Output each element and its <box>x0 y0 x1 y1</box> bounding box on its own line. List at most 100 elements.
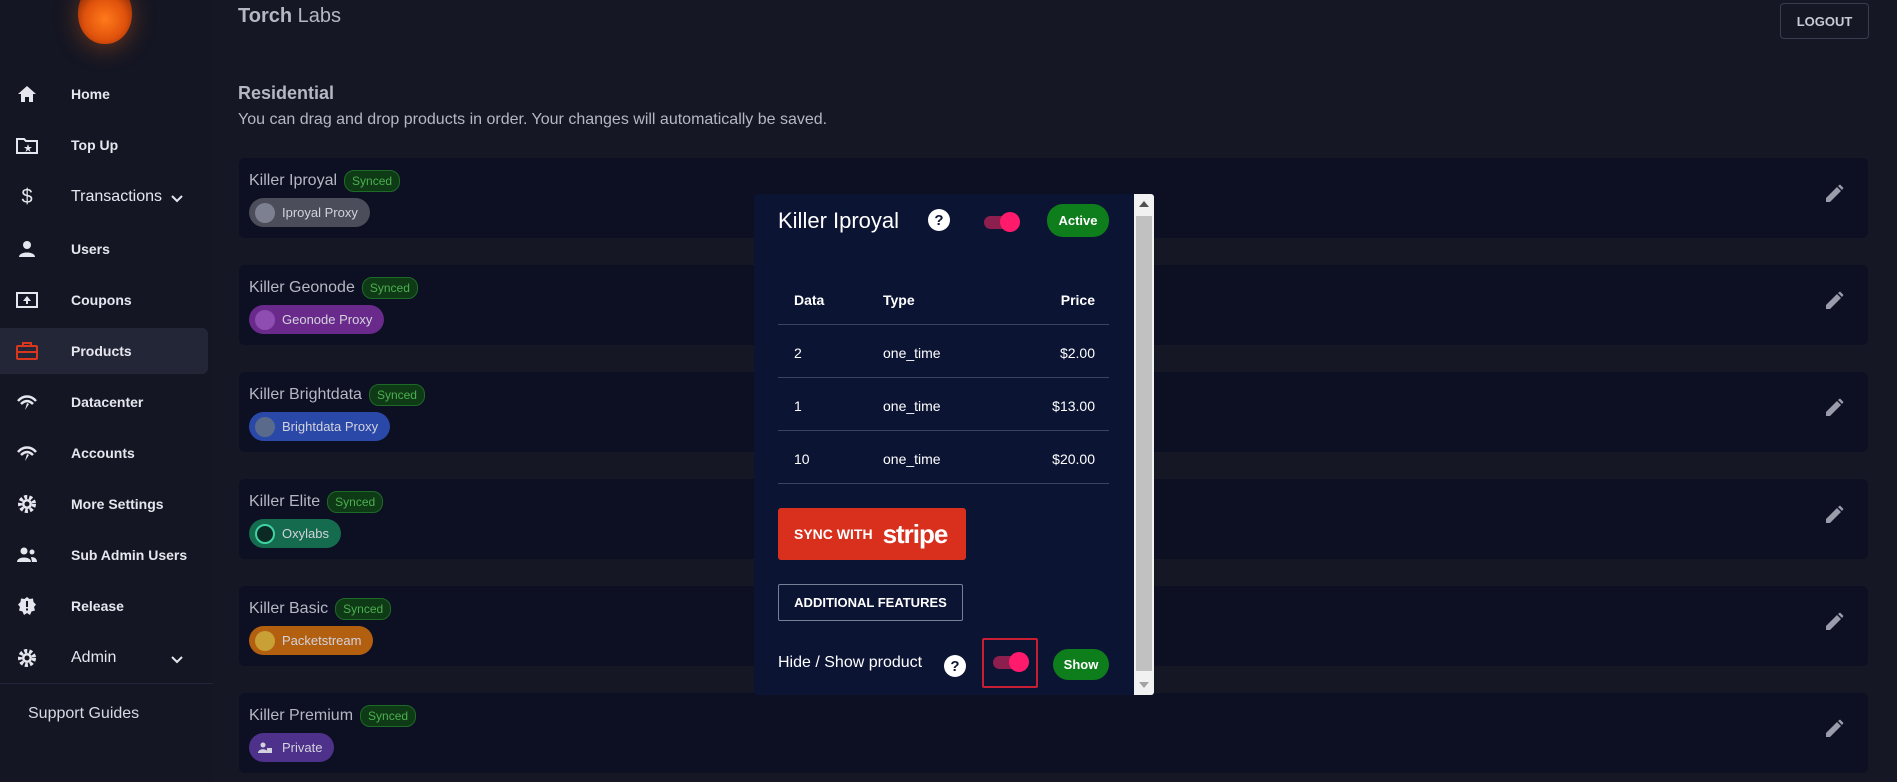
brand-bold: Torch <box>238 5 293 27</box>
chevron-down-icon[interactable] <box>171 651 183 667</box>
sidebar-item-users[interactable]: Users <box>0 226 208 272</box>
table-row: 1 one_time $13.00 <box>778 378 1109 431</box>
product-name: Killer Geonode <box>249 279 355 296</box>
hide-show-label: Hide / Show product <box>778 654 923 671</box>
torch-logo-icon <box>78 0 132 44</box>
edit-pencil-icon[interactable] <box>1824 184 1844 209</box>
provider-tag: Iproyal Proxy <box>249 198 370 227</box>
sidebar-item-label: Products <box>71 343 132 359</box>
badge-icon <box>16 596 38 616</box>
sidebar-item-accounts[interactable]: Accounts <box>0 430 208 476</box>
provider-logo-icon <box>255 523 275 544</box>
header-data: Data <box>794 292 825 308</box>
sidebar-item-datacenter[interactable]: Datacenter <box>0 379 208 425</box>
sidebar-item-label: Coupons <box>71 292 132 308</box>
dollar-icon: $ <box>21 185 33 208</box>
provider-tag: Packetstream <box>249 626 374 655</box>
sidebar-item-products[interactable]: Products <box>0 328 208 374</box>
private-user-icon <box>255 737 275 758</box>
sidebar-divider <box>0 683 213 684</box>
provider-tag: Oxylabs <box>249 519 341 548</box>
status-badge: Synced <box>368 384 425 406</box>
show-product-toggle[interactable] <box>991 651 1029 673</box>
sidebar-item-admin[interactable]: Admin <box>0 635 208 681</box>
status-badge: Synced <box>327 491 384 513</box>
sidebar-item-label: Release <box>71 598 124 614</box>
scroll-thumb[interactable] <box>1136 216 1152 671</box>
help-icon[interactable]: ? <box>928 209 950 231</box>
brand-title: Torch Labs <box>238 5 341 28</box>
provider-tag-label: Iproyal Proxy <box>282 205 358 220</box>
status-badge: Synced <box>361 277 418 299</box>
logout-button[interactable]: LOGOUT <box>1780 3 1869 39</box>
cell-data: 2 <box>794 345 802 361</box>
provider-logo-icon <box>255 202 275 223</box>
sidebar-item-label: Sub Admin Users <box>71 547 188 563</box>
edit-pencil-icon[interactable] <box>1824 398 1844 423</box>
gear-icon <box>16 648 38 668</box>
group-icon <box>16 545 38 565</box>
briefcase-icon <box>16 341 38 361</box>
sidebar-item-label: Accounts <box>71 445 135 461</box>
edit-pencil-icon[interactable] <box>1824 291 1844 316</box>
edit-pencil-icon[interactable] <box>1824 612 1844 637</box>
chevron-down-icon[interactable] <box>171 190 183 206</box>
home-icon <box>16 84 38 104</box>
header-price: Price <box>1060 292 1095 308</box>
status-badge: Synced <box>344 170 401 192</box>
status-badge: Synced <box>360 705 417 727</box>
sidebar-item-label: Admin <box>71 649 117 666</box>
sidebar-item-transactions[interactable]: $ Transactions <box>0 174 208 220</box>
sidebar: Home Top Up $ Transactions Users Coupons… <box>0 0 213 782</box>
signal-icon <box>16 443 38 463</box>
sidebar-item-home[interactable]: Home <box>0 71 208 117</box>
scroll-up-arrow-icon[interactable] <box>1139 201 1149 207</box>
status-badge: Synced <box>335 598 392 620</box>
provider-tag-label: Private <box>282 740 323 755</box>
stripe-logo: stripe <box>882 518 949 549</box>
sidebar-item-top-up[interactable]: Top Up <box>0 122 208 168</box>
coupon-icon <box>16 290 38 310</box>
product-name: Killer Basic <box>249 600 329 617</box>
cell-data: 1 <box>794 398 802 414</box>
table-row: 10 one_time $20.00 <box>778 431 1109 484</box>
scroll-down-arrow-icon[interactable] <box>1139 682 1149 688</box>
provider-tag: Private <box>249 733 335 762</box>
sidebar-item-label: Transactions <box>71 188 162 205</box>
sidebar-item-release[interactable]: Release <box>0 583 208 629</box>
edit-pencil-icon[interactable] <box>1824 505 1844 530</box>
product-name: Killer Elite <box>249 493 321 510</box>
product-name: Killer Brightdata <box>249 386 362 403</box>
edit-pencil-icon[interactable] <box>1824 719 1844 744</box>
sidebar-item-sub-admin-users[interactable]: Sub Admin Users <box>0 532 208 578</box>
modal-title: Killer Iproyal <box>778 208 900 233</box>
provider-logo-icon <box>255 416 275 437</box>
active-toggle[interactable] <box>982 211 1020 233</box>
product-detail-modal: Killer Iproyal ? Active Data Type Price … <box>754 194 1154 695</box>
cell-type: one_time <box>883 345 941 361</box>
table-row: 2 one_time $2.00 <box>778 325 1109 378</box>
product-row[interactable]: Killer Premium Synced Private <box>239 693 1868 773</box>
additional-features-button[interactable]: ADDITIONAL FEATURES <box>778 584 963 621</box>
user-icon <box>16 239 38 259</box>
sidebar-item-label: Top Up <box>71 137 119 153</box>
brand-rest: Labs <box>292 5 342 27</box>
sync-with-stripe-button[interactable]: SYNC WITH stripe <box>778 508 966 560</box>
show-status-badge: Show <box>1053 649 1109 680</box>
active-status-badge: Active <box>1047 204 1109 237</box>
provider-tag: Brightdata Proxy <box>249 412 391 441</box>
provider-tag-label: Packetstream <box>282 633 362 648</box>
provider-tag-label: Oxylabs <box>282 526 329 541</box>
sidebar-item-label: Home <box>71 86 110 102</box>
provider-logo-icon <box>255 630 275 651</box>
header-type: Type <box>883 292 915 308</box>
support-guides-link[interactable]: Support Guides <box>28 705 139 723</box>
table-header-row: Data Type Price <box>778 272 1109 325</box>
provider-tag-label: Brightdata Proxy <box>282 419 379 434</box>
sidebar-item-coupons[interactable]: Coupons <box>0 277 208 323</box>
modal-scrollbar[interactable] <box>1134 194 1154 695</box>
provider-tag: Geonode Proxy <box>249 305 385 334</box>
cell-price: $2.00 <box>1059 345 1095 361</box>
sidebar-item-more-settings[interactable]: More Settings <box>0 481 208 527</box>
help-icon[interactable]: ? <box>944 655 966 677</box>
